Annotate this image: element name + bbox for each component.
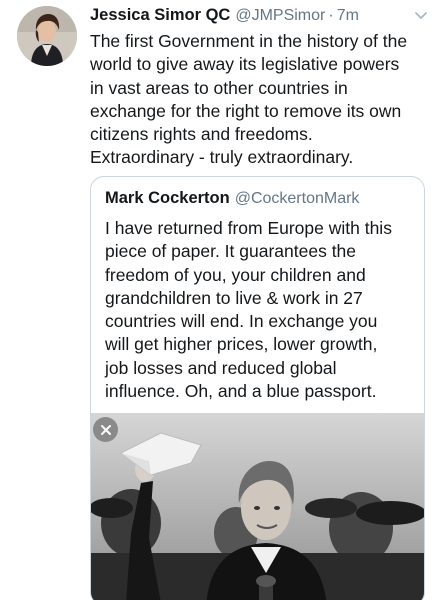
- quoted-tweet-photo[interactable]: [91, 413, 424, 600]
- quoted-tweet-text: I have returned from Europe with this pi…: [105, 218, 392, 402]
- separator-dot: ·: [328, 7, 334, 24]
- quoted-display-name: Mark Cockerton: [105, 189, 230, 207]
- avatar-image: [17, 6, 77, 66]
- close-icon[interactable]: [93, 417, 118, 442]
- quoted-user-handle: @CockertonMark: [234, 190, 360, 207]
- tweet-text: The first Government in the history of t…: [90, 31, 408, 168]
- quoted-tweet[interactable]: Mark Cockerton @CockertonMark I have ret…: [90, 176, 425, 600]
- quoted-tweet-header: Mark Cockerton @CockertonMark: [105, 189, 359, 208]
- chevron-down-icon[interactable]: [413, 8, 429, 24]
- tweet: Jessica Simor QC @JMPSimor · 7m The firs…: [0, 0, 443, 600]
- timestamp[interactable]: 7m: [337, 7, 359, 25]
- photo-image: [91, 413, 424, 600]
- tweet-header: Jessica Simor QC @JMPSimor · 7m: [90, 6, 429, 30]
- user-handle[interactable]: @JMPSimor: [235, 7, 325, 25]
- avatar[interactable]: [17, 6, 77, 66]
- display-name[interactable]: Jessica Simor QC: [90, 6, 230, 25]
